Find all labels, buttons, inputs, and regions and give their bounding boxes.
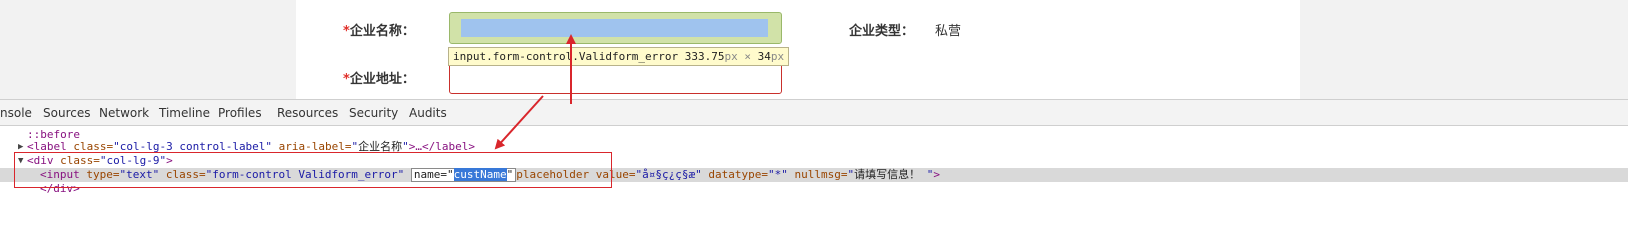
company-type-value: 私营 (935, 24, 962, 39)
tooltip-size: 333.75px × 34px (684, 50, 785, 63)
tab-network[interactable]: Network (99, 106, 149, 120)
input-content-highlight (461, 19, 768, 37)
devtools-tab-bar: nsole Sources Network Timeline Profiles … (0, 99, 1628, 126)
tab-security[interactable]: Security (349, 106, 398, 120)
company-type-label: 企业类型： (849, 24, 915, 39)
page-gutter-right (1300, 0, 1628, 99)
page-gutter-left (0, 0, 296, 99)
required-mark: * (343, 72, 350, 87)
tab-profiles[interactable]: Profiles (218, 106, 262, 120)
tab-resources[interactable]: Resources (277, 106, 338, 120)
inspect-tooltip: input.form-control.Validform_error 333.7… (448, 47, 790, 66)
tab-sources[interactable]: Sources (43, 106, 90, 120)
company-name-label: *企业名称： (343, 24, 415, 39)
required-mark: * (343, 24, 350, 39)
annotation-highlight-box (14, 152, 612, 188)
company-address-input[interactable] (449, 62, 782, 94)
tab-audits[interactable]: Audits (409, 106, 447, 120)
tab-timeline[interactable]: Timeline (159, 106, 210, 120)
tab-console[interactable]: nsole (0, 106, 32, 120)
company-name-input[interactable] (449, 12, 782, 44)
tooltip-selector: input.form-control.Validform_error (453, 50, 679, 63)
company-address-label: *企业地址： (343, 72, 415, 87)
